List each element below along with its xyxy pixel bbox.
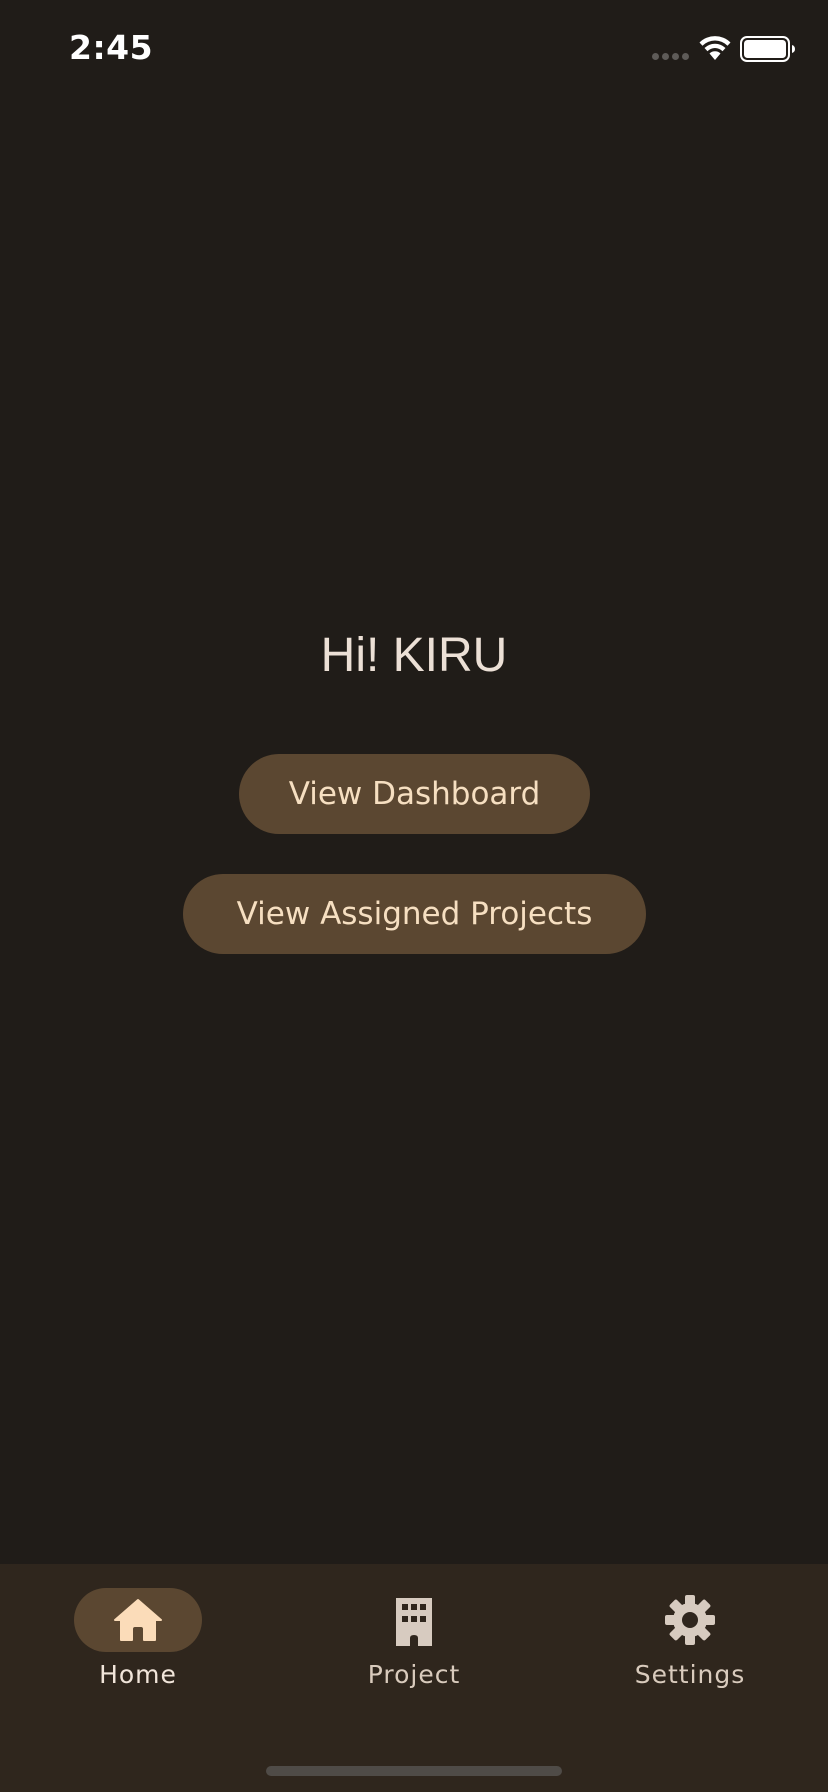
status-time: 2:45 [69, 28, 154, 67]
home-icon [114, 1599, 162, 1641]
nav-label-settings: Settings [634, 1660, 746, 1689]
wifi-icon [699, 36, 731, 60]
greeting-text: Hi! KIRU [320, 629, 508, 682]
nav-item-home[interactable]: Home [38, 1588, 238, 1698]
cellular-signal-icon [652, 53, 689, 60]
view-assigned-projects-button[interactable]: View Assigned Projects [183, 874, 646, 954]
battery-icon [740, 36, 795, 62]
screen: 2:45 Hi! KIRU View Dashboard View Assign… [0, 0, 828, 1792]
nav-active-indicator [74, 1588, 202, 1652]
status-bar: 2:45 [0, 0, 828, 100]
gear-icon [665, 1595, 715, 1645]
building-icon [396, 1598, 432, 1646]
home-indicator-bar[interactable] [266, 1766, 562, 1776]
nav-item-settings[interactable]: Settings [590, 1588, 790, 1698]
nav-label-project: Project [367, 1660, 461, 1689]
nav-item-project[interactable]: Project [314, 1588, 514, 1698]
view-dashboard-button[interactable]: View Dashboard [239, 754, 590, 834]
bottom-navigation-bar: Home Project Settings [0, 1564, 828, 1792]
nav-label-home: Home [99, 1660, 177, 1689]
